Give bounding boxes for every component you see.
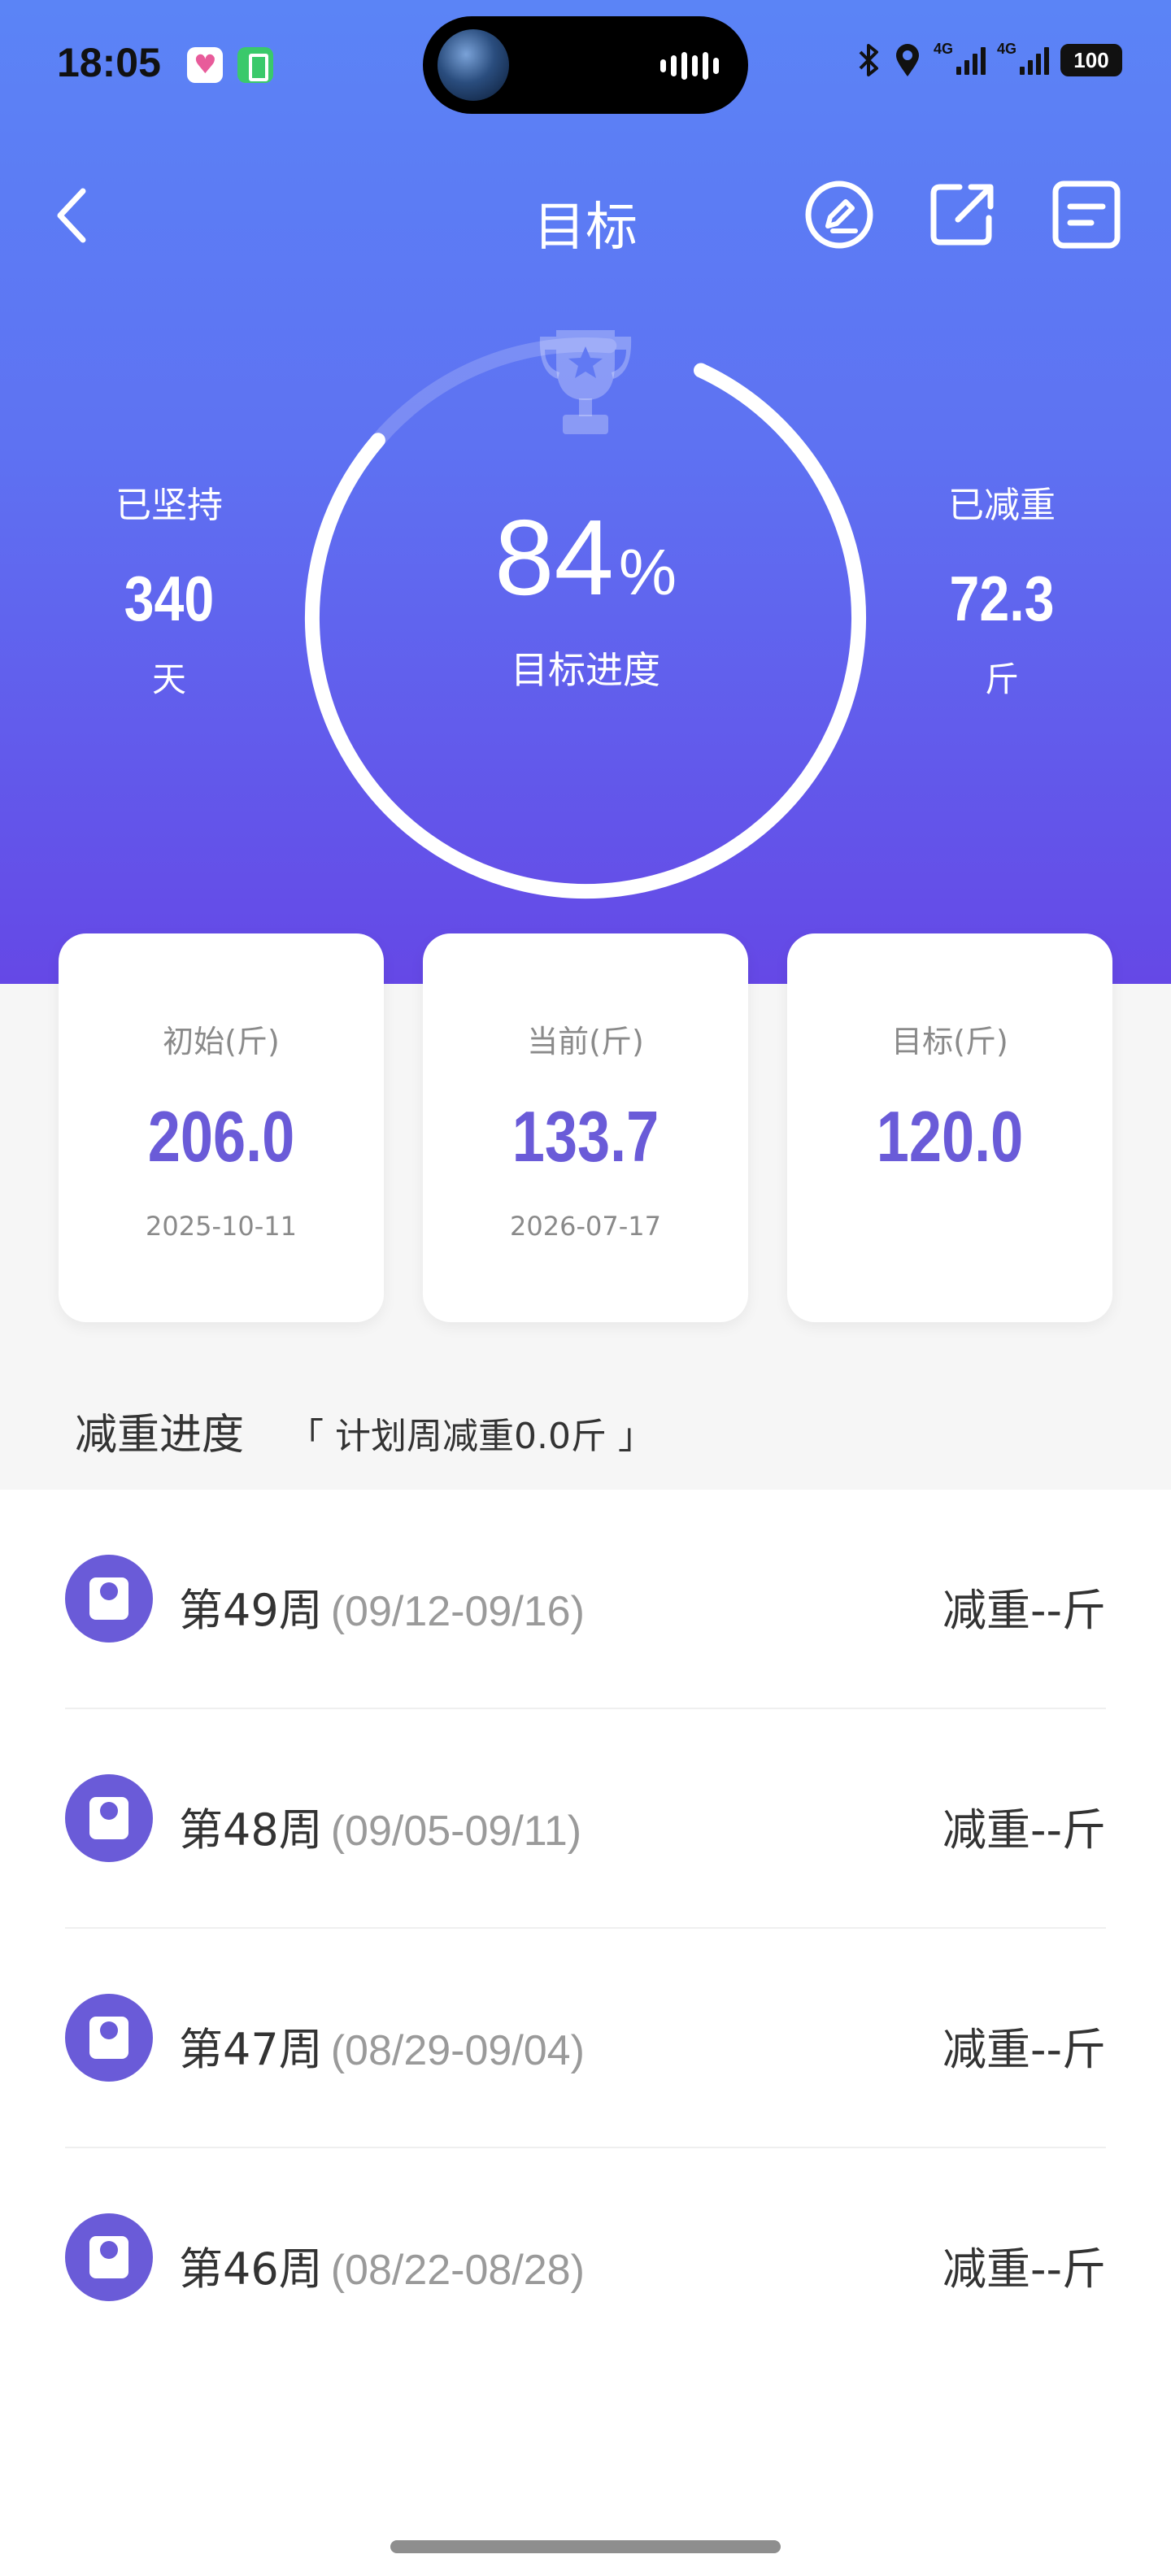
days-persisted-label: 已坚持 <box>115 485 223 526</box>
days-persisted-unit: 天 <box>151 659 186 699</box>
progress-ring-fill <box>305 363 866 899</box>
dynamic-island[interactable] <box>423 16 748 114</box>
week-label: 第49周 (09/12-09/16) <box>179 1585 585 1636</box>
weight-lost-stat: 已减重 72.3 斤 <box>896 476 1108 702</box>
target-weight-card[interactable]: 目标(斤) 120.0 <box>787 933 1112 1322</box>
status-time: 18:05 <box>57 40 161 85</box>
days-persisted-value: 340 <box>124 563 215 634</box>
weight-lost-value: 72.3 <box>949 563 1055 634</box>
edit-icon[interactable] <box>803 179 875 250</box>
progress-percent-unit: % <box>618 536 677 608</box>
scale-icon <box>65 1555 153 1643</box>
week-label: 第48周 (09/05-09/11) <box>179 1804 582 1856</box>
card-label: 初始(斤) <box>163 1024 280 1060</box>
bluetooth-icon <box>859 44 878 76</box>
card-date: 2025-10-11 <box>146 1211 297 1242</box>
weekly-progress-list: 第49周 (09/12-09/16) 减重--斤 第48周 (09/05-09/11… <box>0 1490 1171 2368</box>
battery-icon: 100 <box>1060 44 1122 76</box>
initial-weight-card[interactable]: 初始(斤) 206.0 2025-10-11 <box>59 933 384 1322</box>
weight-lost-label: 已减重 <box>948 485 1056 526</box>
audio-wave-icon <box>660 52 719 80</box>
week-weight-loss: 减重--斤 <box>942 1585 1106 1636</box>
status-indicators: 4G 4G 100 <box>855 41 1122 78</box>
list-item[interactable]: 第49周 (09/12-09/16) 减重--斤 <box>65 1490 1106 1709</box>
health-app-icon <box>187 47 223 83</box>
scale-icon <box>65 1994 153 2082</box>
week-weight-loss: 减重--斤 <box>942 2024 1106 2075</box>
card-date: 2026-07-17 <box>510 1211 661 1242</box>
weight-lost-unit: 斤 <box>984 659 1019 699</box>
location-icon <box>896 44 919 76</box>
share-icon[interactable] <box>927 179 999 250</box>
weekly-plan-note: 「 计划周减重0.0斤 」 <box>288 1416 654 1457</box>
card-value: 120.0 <box>876 1096 1024 1177</box>
week-weight-loss: 减重--斤 <box>942 2243 1106 2295</box>
section-title: 减重进度 <box>75 1411 245 1460</box>
card-label: 目标(斤) <box>891 1024 1008 1060</box>
list-item[interactable]: 第47周 (08/29-09/04) 减重--斤 <box>65 1929 1106 2148</box>
progress-percent-value: 84 <box>494 498 614 617</box>
list-icon[interactable] <box>1051 179 1122 250</box>
card-value: 133.7 <box>511 1096 660 1177</box>
week-date-range: (08/29-09/04) <box>330 2027 585 2074</box>
card-value: 206.0 <box>147 1096 295 1177</box>
list-item[interactable]: 第46周 (08/22-08/28) 减重--斤 <box>65 2148 1106 2368</box>
signal-icon-2: 4G <box>997 41 1049 75</box>
card-label: 当前(斤) <box>527 1024 644 1060</box>
home-indicator[interactable] <box>390 2540 781 2553</box>
week-date-range: (08/22-08/28) <box>330 2247 585 2294</box>
days-persisted-stat: 已坚持 340 天 <box>63 476 275 702</box>
battery-app-icon <box>237 47 273 83</box>
week-date-range: (09/05-09/11) <box>330 1808 582 1855</box>
list-item[interactable]: 第48周 (09/05-09/11) 减重--斤 <box>65 1709 1106 1929</box>
trophy-icon <box>539 330 632 434</box>
current-weight-card[interactable]: 当前(斤) 133.7 2026-07-17 <box>423 933 748 1322</box>
scale-icon <box>65 2213 153 2301</box>
week-label: 第47周 (08/29-09/04) <box>179 2024 585 2075</box>
signal-icon: 4G <box>934 41 986 75</box>
week-date-range: (09/12-09/16) <box>330 1588 585 1635</box>
week-label: 第46周 (08/22-08/28) <box>179 2243 585 2295</box>
media-artwork-icon <box>437 29 509 101</box>
week-weight-loss: 减重--斤 <box>942 1804 1106 1856</box>
scale-icon <box>65 1774 153 1862</box>
